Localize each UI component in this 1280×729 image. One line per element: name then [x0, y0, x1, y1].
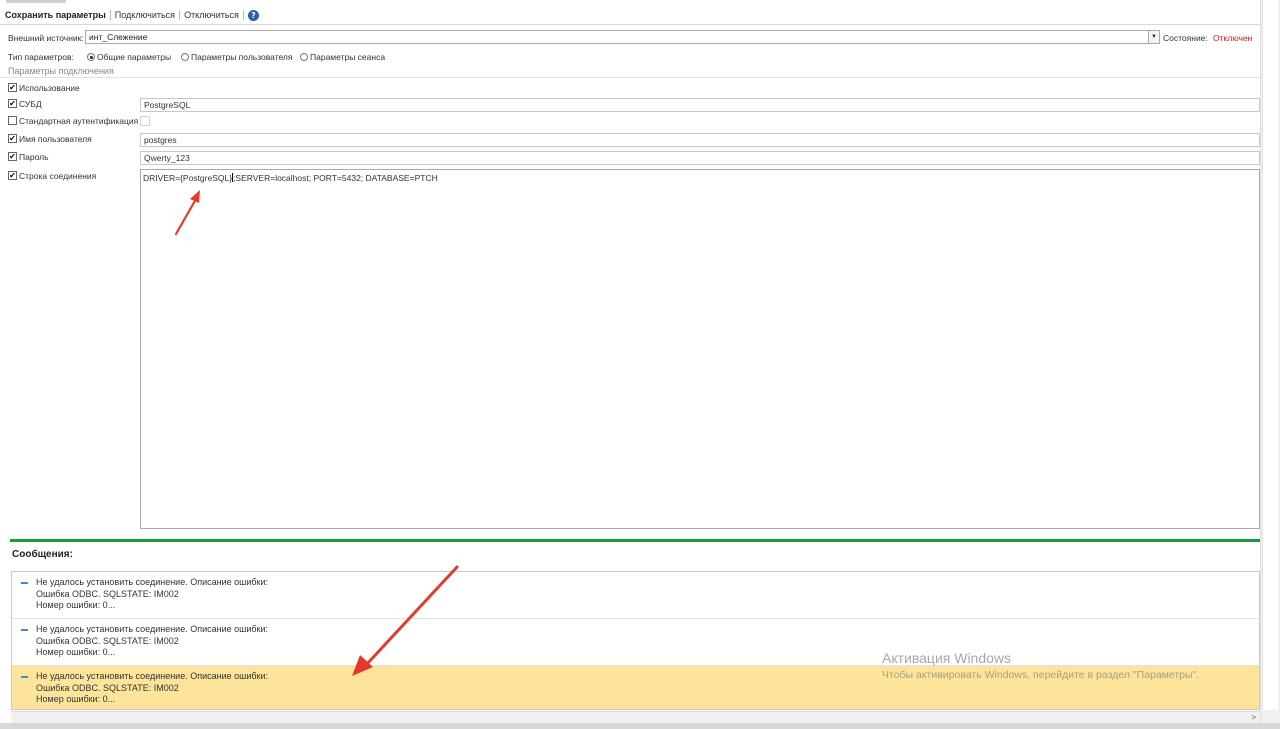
message-line: Ошибка ODBC. SQLSTATE: IM002 [36, 588, 179, 599]
disconnect-button[interactable]: Отключиться [181, 10, 242, 20]
collapse-icon[interactable] [21, 676, 28, 678]
messages-panel[interactable]: Не удалось установить соединение. Описан… [11, 571, 1260, 710]
radio-user-params[interactable]: Параметры пользователя [181, 52, 293, 62]
username-field[interactable]: postgres [140, 133, 1260, 147]
horizontal-scrollbar[interactable]: > [11, 711, 1260, 723]
param-dbms-row: ✔ СУБД PostgreSQL [8, 98, 1260, 112]
section-title: Параметры подключения [8, 66, 114, 76]
radio-label: Параметры пользователя [191, 52, 293, 62]
windows-activation-watermark: Активация Windows Чтобы активировать Win… [882, 650, 1199, 681]
message-line: Номер ошибки: 0... [36, 694, 116, 704]
param-std-auth-row: Стандартная аутентификация [8, 115, 1260, 129]
question-circle-icon[interactable]: ? [247, 9, 259, 21]
dbms-checkbox[interactable]: ✔ [8, 99, 17, 108]
usage-checkbox[interactable]: ✔ [8, 83, 17, 92]
std-auth-checkbox[interactable] [8, 116, 17, 125]
bottom-frame [0, 723, 1280, 729]
external-source-row: Внешний источник: инт_Слежение ▼ Состоян… [8, 30, 1260, 45]
messages-title: Сообщения: [12, 549, 73, 560]
message-line: Не удалось установить соединение. Описан… [36, 624, 268, 634]
conn-string-checkbox[interactable]: ✔ [8, 171, 17, 180]
collapse-icon[interactable] [21, 629, 28, 631]
window-top-strip [0, 0, 1280, 3]
watermark-title: Активация Windows [882, 650, 1012, 666]
user-label: Имя пользователя [19, 134, 92, 144]
external-source-field[interactable]: инт_Слежение [85, 30, 1149, 44]
section-divider [0, 77, 1260, 78]
scroll-right-icon[interactable]: > [1251, 713, 1256, 722]
radio-dot[interactable] [300, 53, 308, 61]
radio-common-params[interactable]: Общие параметры [87, 52, 171, 62]
param-user-row: ✔ Имя пользователя postgres [8, 133, 1260, 147]
toolbar-divider [0, 24, 1260, 25]
message-line: Не удалось установить соединение. Описан… [36, 577, 268, 587]
password-field[interactable]: Qwerty_123 [140, 151, 1260, 165]
conn-string-text-end: ;SERVER=localhost; PORT=5432; DATABASE=P… [233, 173, 438, 183]
param-usage-row: ✔ Использование [8, 82, 1260, 96]
save-params-button[interactable]: Сохранить параметры [5, 10, 109, 20]
password-checkbox[interactable]: ✔ [8, 152, 17, 161]
toolbar-separator [242, 10, 244, 20]
window-tab-indicator [6, 0, 66, 3]
connect-button[interactable]: Подключиться [112, 10, 178, 20]
panel-splitter[interactable] [10, 539, 1260, 542]
message-line: Номер ошибки: 0... [36, 600, 116, 610]
collapse-icon[interactable] [21, 582, 28, 584]
dbms-label: СУБД [19, 99, 42, 109]
radio-session-params[interactable]: Параметры сеанса [300, 52, 385, 62]
param-password-row: ✔ Пароль Qwerty_123 [8, 151, 1260, 165]
toolbar-separator [179, 10, 181, 20]
radio-label: Общие параметры [97, 52, 172, 62]
radio-label: Параметры сеанса [310, 52, 386, 62]
message-line: Ошибка ODBC. SQLSTATE: IM002 [36, 635, 179, 646]
usage-label: Использование [19, 83, 80, 93]
chevron-down-icon[interactable]: ▼ [1149, 30, 1160, 44]
toolbar: Сохранить параметры Подключиться Отключи… [5, 8, 259, 22]
user-checkbox[interactable]: ✔ [8, 134, 17, 143]
toolbar-separator [109, 10, 111, 20]
message-line: Ошибка ODBC. SQLSTATE: IM002 [36, 682, 179, 693]
connection-string-textarea[interactable]: DRIVER={PostgreSQL};SERVER=localhost; PO… [140, 169, 1260, 529]
conn-string-text-start: DRIVER={PostgreSQL} [143, 173, 233, 183]
std-auth-label: Стандартная аутентификация [19, 116, 139, 126]
message-item[interactable]: Не удалось установить соединение. Описан… [12, 572, 1259, 619]
param-type-label: Тип параметров: [8, 52, 74, 62]
conn-string-label: Строка соединения [19, 171, 97, 181]
radio-dot[interactable] [87, 53, 95, 61]
external-source-label: Внешний источник: [8, 33, 84, 43]
std-auth-value-checkbox[interactable] [140, 116, 150, 126]
dbms-field[interactable]: PostgreSQL [140, 98, 1260, 112]
watermark-subtitle: Чтобы активировать Windows, перейдите в … [882, 669, 1200, 681]
password-label: Пароль [19, 152, 49, 162]
param-type-row: Тип параметров: Общие параметры Параметр… [8, 51, 608, 63]
state-label: Состояние: [1163, 33, 1208, 43]
vertical-scrollbar-track[interactable] [1262, 0, 1278, 710]
state-value: Отключен [1213, 33, 1253, 43]
radio-dot[interactable] [181, 53, 189, 61]
